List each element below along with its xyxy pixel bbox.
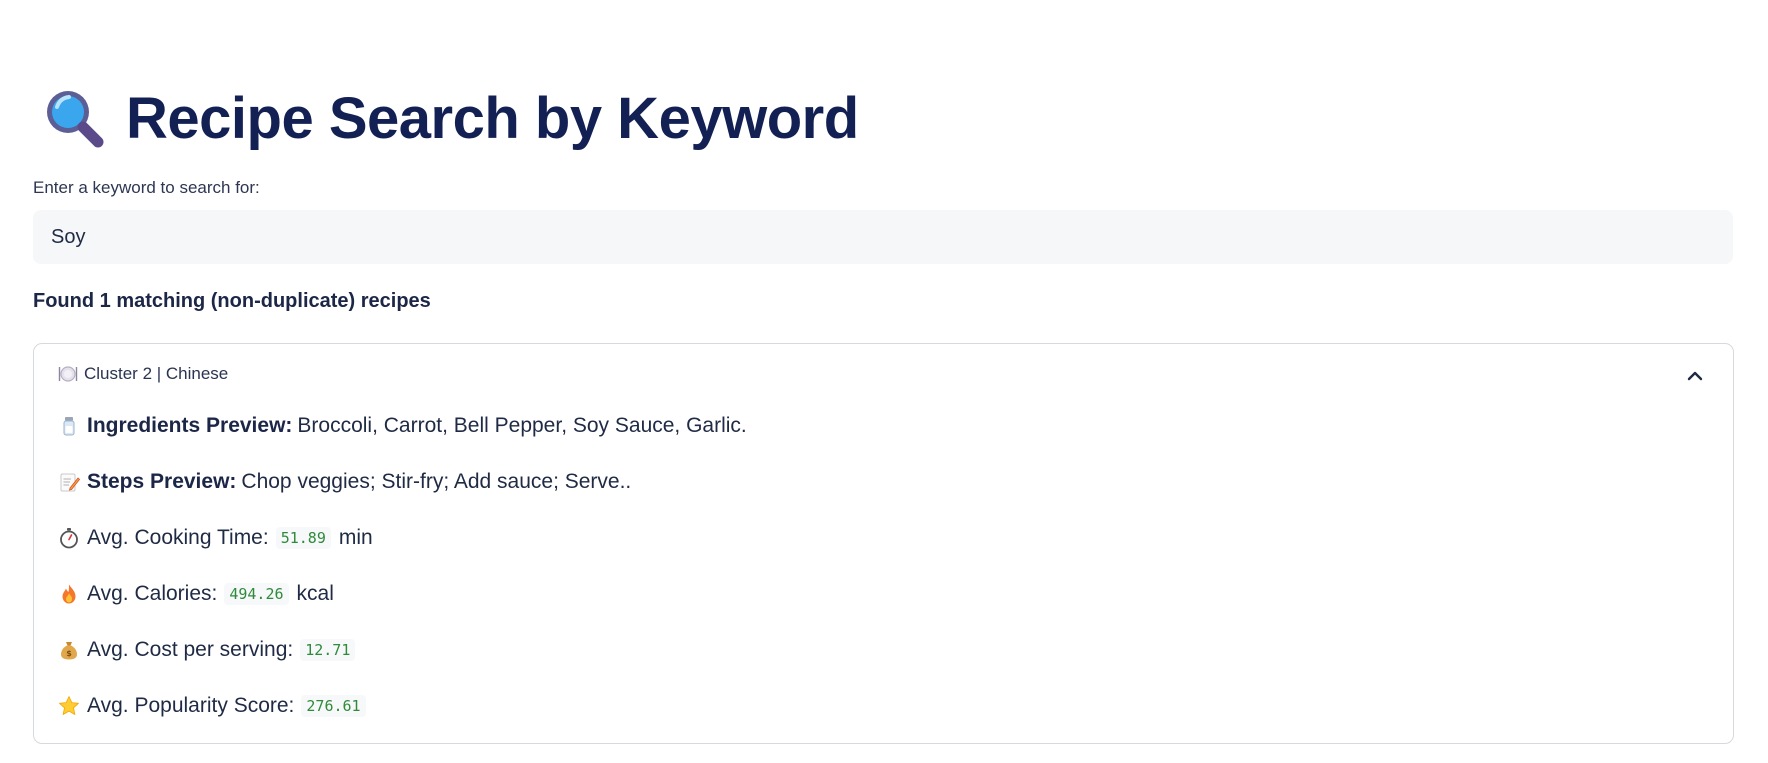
cost-value: 12.71 [300,639,356,661]
cooking-time-unit: min [338,526,373,549]
calories-label: Avg. Calories: [87,582,218,605]
steps-row: Steps Preview: Chop veggies; Stir-fry; A… [58,454,1709,510]
cost-row: $ Avg. Cost per serving: 12.71 [58,622,1709,678]
expander-title: Cluster 2 | Chinese [84,364,229,383]
steps-label: Steps Preview: [87,470,237,493]
plate-icon [58,366,78,382]
search-input[interactable] [33,210,1733,264]
popularity-value: 276.61 [301,695,366,717]
app-page: Recipe Search by Keyword Enter a keyword… [0,0,1768,763]
money-bag-icon: $ [61,642,77,660]
popularity-label: Avg. Popularity Score: [87,694,295,717]
ingredients-row: Ingredients Preview: Broccoli, Carrot, B… [58,398,1709,454]
result-count-text: Found 1 matching (non-duplicate) recipes [33,290,431,312]
stopwatch-icon [60,528,78,549]
expander-header[interactable]: Cluster 2 | Chinese [58,364,228,384]
cooking-time-label: Avg. Cooking Time: [87,526,269,549]
salt-shaker-icon [63,417,75,436]
steps-value: Chop veggies; Stir-fry; Add sauce; Serve… [241,470,632,493]
cost-label: Avg. Cost per serving: [87,638,294,661]
calories-row: Avg. Calories: 494.26 kcal [58,566,1709,622]
ingredients-value: Broccoli, Carrot, Bell Pepper, Soy Sauce… [297,414,747,437]
svg-text:$: $ [66,649,72,658]
popularity-row: Avg. Popularity Score: 276.61 [58,678,1709,734]
calories-value: 494.26 [224,583,289,605]
cooking-time-row: Avg. Cooking Time: 51.89 min [58,510,1709,566]
page-title: Recipe Search by Keyword [126,85,859,151]
magnifier-icon [47,91,104,148]
page-header: Recipe Search by Keyword [40,78,859,158]
search-label: Enter a keyword to search for: [33,178,260,197]
calories-unit: kcal [296,582,334,605]
recipe-cluster-expander: Cluster 2 | Chinese Ingredients Preview:… [33,343,1734,744]
memo-icon [60,473,80,492]
star-icon [59,696,79,715]
fire-icon [62,584,76,604]
cooking-time-value: 51.89 [275,527,331,549]
chevron-up-icon[interactable] [1683,364,1707,388]
ingredients-label: Ingredients Preview: [87,414,293,437]
recipe-details: Ingredients Preview: Broccoli, Carrot, B… [58,398,1709,734]
